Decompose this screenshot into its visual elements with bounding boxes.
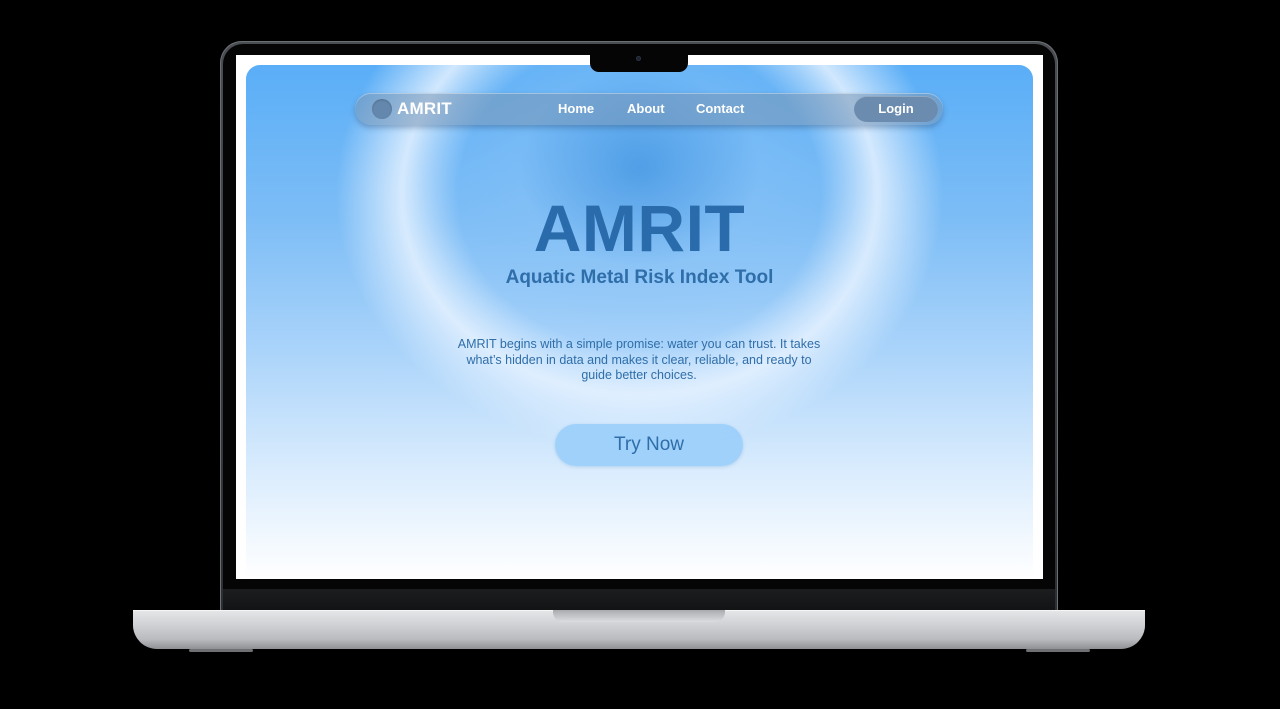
laptop-hinge	[223, 589, 1055, 611]
screen-frame: AMRIT Home About Contact Login AMRIT Aqu…	[236, 55, 1043, 579]
hero-description: AMRIT begins with a simple promise: wate…	[457, 337, 821, 382]
login-button[interactable]: Login	[854, 96, 938, 122]
camera-icon	[636, 56, 641, 61]
laptop-foot-right	[1026, 649, 1090, 652]
try-now-button[interactable]: Try Now	[555, 424, 743, 466]
hero-title: AMRIT	[533, 191, 746, 265]
brand-name[interactable]: AMRIT	[397, 99, 452, 119]
hero-subtitle: Aquatic Metal Risk Index Tool	[505, 267, 774, 288]
nav-link-about[interactable]: About	[627, 101, 665, 116]
lid-opening-notch	[553, 610, 725, 622]
laptop-foot-left	[189, 649, 253, 652]
stage: AMRIT Home About Contact Login AMRIT Aqu…	[0, 0, 1280, 709]
nav-link-contact[interactable]: Contact	[696, 101, 744, 116]
navbar: AMRIT Home About Contact Login	[355, 93, 943, 125]
nav-link-home[interactable]: Home	[558, 101, 594, 116]
brand-logo-icon[interactable]	[372, 99, 392, 119]
camera-notch	[590, 55, 688, 72]
web-page: AMRIT Home About Contact Login AMRIT Aqu…	[246, 65, 1033, 579]
laptop-base	[133, 610, 1145, 649]
